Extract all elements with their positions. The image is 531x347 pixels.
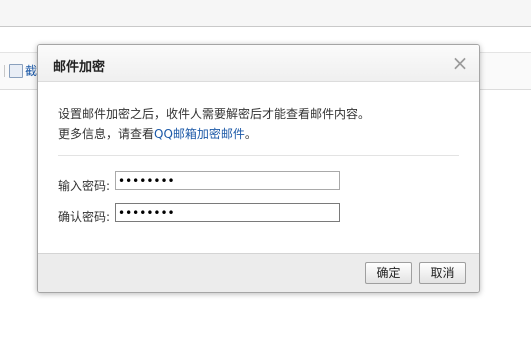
close-icon[interactable]: × — [451, 53, 469, 73]
divider — [58, 155, 459, 156]
dialog-description: 设置邮件加密之后，收件人需要解密后才能查看邮件内容。 更多信息，请查看QQ邮箱加… — [58, 104, 468, 144]
confirm-password-input[interactable] — [115, 203, 340, 222]
dialog-footer: 确定 取消 — [38, 253, 479, 292]
password-input[interactable] — [115, 171, 340, 190]
description-line-2: 更多信息，请查看QQ邮箱加密邮件。 — [58, 124, 468, 144]
toolbar-screenshot-label[interactable]: 截 — [25, 62, 37, 79]
password-label: 输入密码: — [58, 179, 111, 193]
confirm-password-label: 确认密码: — [58, 210, 111, 224]
dialog-header: 邮件加密 × — [38, 45, 479, 82]
encrypted-mail-help-link[interactable]: QQ邮箱加密邮件 — [154, 127, 245, 141]
dialog-title: 邮件加密 — [53, 60, 106, 75]
description-prefix: 更多信息，请查看 — [58, 127, 155, 141]
screenshot-icon[interactable] — [9, 64, 23, 78]
background-top-bar — [0, 0, 531, 27]
description-suffix: 。 — [244, 127, 257, 141]
mail-encryption-dialog: 邮件加密 × 设置邮件加密之后，收件人需要解密后才能查看邮件内容。 更多信息，请… — [37, 44, 480, 293]
description-line-1: 设置邮件加密之后，收件人需要解密后才能查看邮件内容。 — [58, 107, 371, 121]
cancel-button[interactable]: 取消 — [419, 262, 466, 284]
confirm-button[interactable]: 确定 — [365, 262, 412, 284]
toolbar-separator — [0, 65, 5, 77]
